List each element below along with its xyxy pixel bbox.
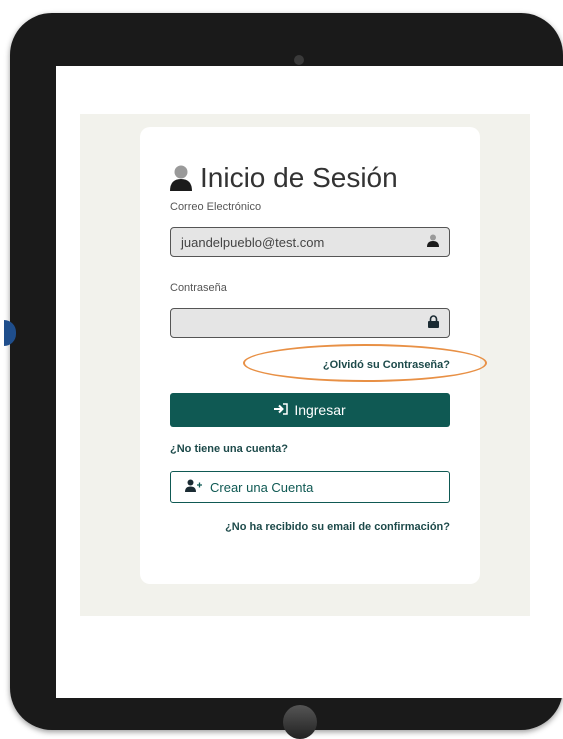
side-decoration [4,320,16,346]
email-label: Correo Electrónico [170,201,262,213]
sign-in-icon [274,402,289,418]
home-button[interactable] [283,705,317,739]
tablet-screen: Inicio de Sesión Correo Electrónico juan… [56,66,563,698]
email-field[interactable]: juandelpueblo@test.com [170,227,450,257]
camera-icon [294,55,304,65]
forgot-password-link[interactable]: ¿Olvidó su Contraseña? [323,359,450,371]
user-plus-icon [185,479,202,495]
password-field[interactable] [170,308,450,338]
title-text: Inicio de Sesión [200,162,398,193]
create-account-button[interactable]: Crear una Cuenta [170,471,450,503]
page-title: Inicio de Sesión [170,158,398,198]
resend-confirmation-link[interactable]: ¿No ha recibido su email de confirmación… [225,521,450,533]
login-button[interactable]: Ingresar [170,393,450,427]
tablet-frame: Inicio de Sesión Correo Electrónico juan… [4,13,563,739]
lock-icon [428,315,439,331]
login-card: Inicio de Sesión Correo Electrónico juan… [140,127,487,584]
create-account-label: Crear una Cuenta [210,479,314,495]
user-icon [170,165,192,191]
no-account-text: ¿No tiene una cuenta? [170,443,288,455]
user-icon [427,234,439,250]
password-label: Contraseña [170,282,227,294]
login-button-label: Ingresar [294,402,346,418]
email-value: juandelpueblo@test.com [181,234,325,250]
